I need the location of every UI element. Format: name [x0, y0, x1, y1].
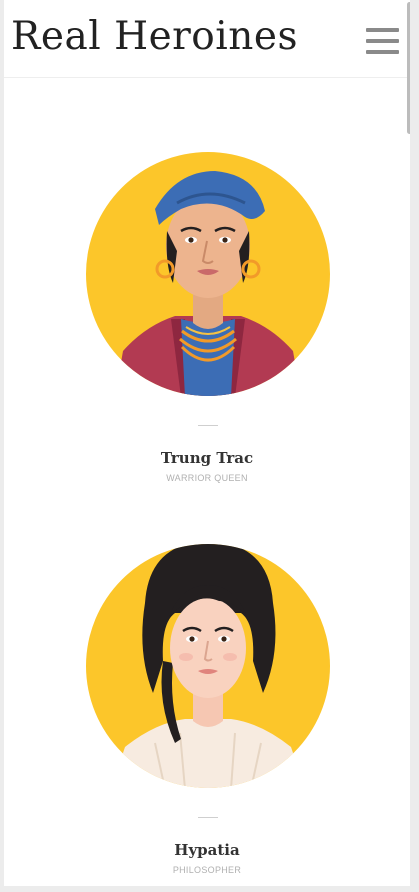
card-divider: [198, 817, 218, 818]
menu-bar: [366, 39, 399, 43]
heroine-role: PHILOSOPHER: [172, 865, 242, 875]
portrait-trung-trac[interactable]: [85, 151, 331, 397]
heroine-role: WARRIOR QUEEN: [166, 473, 248, 483]
heroine-name[interactable]: Hypatia: [4, 841, 410, 859]
menu-bar: [366, 50, 399, 54]
page: Real Heroines Trung Trac WARRIOR QUEEN H…: [4, 0, 410, 886]
site-logo[interactable]: Real Heroines: [11, 17, 298, 56]
site-header: Real Heroines: [4, 0, 410, 78]
portrait-hypatia[interactable]: [85, 543, 331, 789]
heroine-name[interactable]: Trung Trac: [4, 449, 410, 467]
scrollbar-thumb[interactable]: [407, 2, 410, 134]
card-divider: [198, 425, 218, 426]
scrollbar-track[interactable]: [406, 0, 410, 886]
hamburger-menu-icon[interactable]: [366, 28, 399, 54]
menu-bar: [366, 28, 399, 32]
